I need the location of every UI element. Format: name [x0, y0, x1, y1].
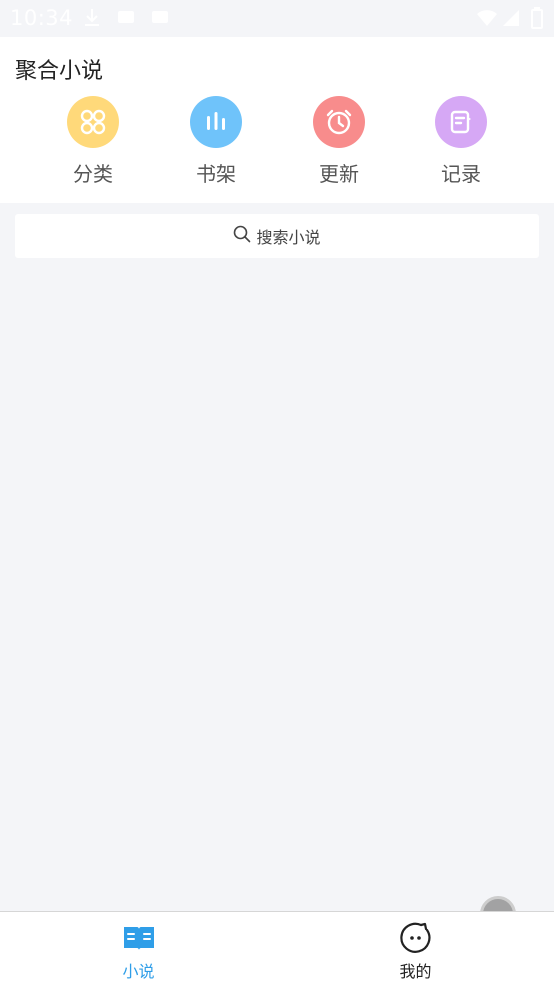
search-placeholder: 搜索小说 [256, 228, 321, 247]
notification-icon [151, 8, 169, 30]
update-button[interactable]: 更新 [289, 96, 389, 188]
bookshelf-button[interactable]: 书架 [166, 96, 266, 188]
tab-mine-label: 我的 [399, 962, 432, 981]
bookshelf-icon [190, 96, 242, 148]
battery-icon [531, 7, 543, 33]
notification-icon [117, 8, 135, 30]
signal-icon [502, 9, 520, 31]
history-icon [435, 96, 487, 148]
bottom-nav: 小说 我的 [0, 911, 554, 986]
search-input[interactable]: 搜索小说 [15, 214, 539, 258]
tab-novel-label: 小说 [122, 962, 155, 981]
bookshelf-label: 书架 [196, 162, 236, 186]
update-label: 更新 [319, 162, 359, 186]
tab-novel[interactable]: 小说 [0, 912, 277, 986]
wifi-icon [476, 8, 498, 32]
category-label: 分类 [73, 162, 113, 186]
header-card: 聚合小说 分类 书架 更新 记录 [0, 37, 554, 203]
category-icon [67, 96, 119, 148]
alarm-clock-icon [313, 96, 365, 148]
status-bar: 10:34 [0, 0, 554, 37]
app-title: 聚合小说 [15, 59, 104, 84]
category-button[interactable]: 分类 [43, 96, 143, 188]
history-button[interactable]: 记录 [411, 96, 511, 188]
history-label: 记录 [441, 162, 481, 186]
status-time: 10:34 [10, 6, 74, 30]
book-icon [121, 922, 157, 954]
face-icon [398, 922, 434, 954]
download-icon [84, 8, 100, 32]
search-icon [233, 225, 251, 247]
tab-mine[interactable]: 我的 [277, 912, 554, 986]
